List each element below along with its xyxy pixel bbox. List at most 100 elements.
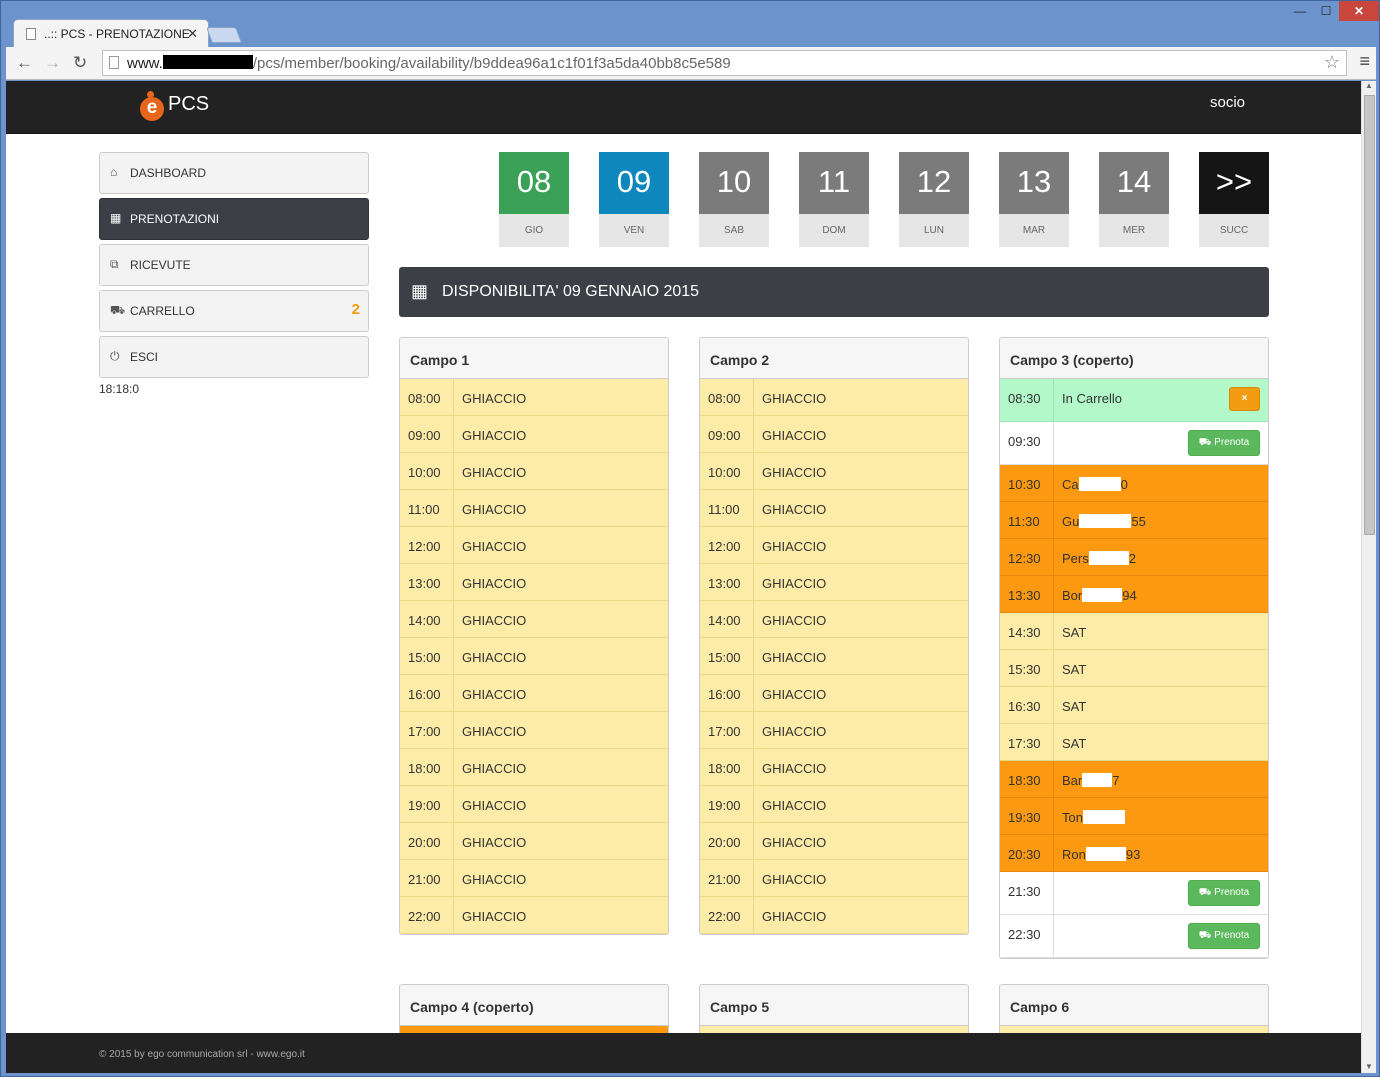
slot-time: 15:30	[1000, 650, 1054, 686]
slot-row[interactable]: 12:00 GHIACCIO	[400, 527, 668, 564]
day-number: 12	[899, 152, 969, 214]
scroll-down-icon[interactable]: ▼	[1365, 1062, 1373, 1071]
day-tile-sab[interactable]: 10 SAB	[699, 152, 769, 247]
remove-from-cart-button[interactable]: ×	[1229, 387, 1260, 411]
browser-tab[interactable]: ..:: PCS - PRENOTAZIONE ✕	[13, 19, 209, 47]
day-label: MER	[1099, 214, 1169, 247]
slot-row[interactable]: 20:00 GHIACCIO	[400, 823, 668, 860]
slot-row[interactable]: 13:00 GHIACCIO	[700, 564, 968, 601]
day-tile-gio[interactable]: 08 GIO	[499, 152, 569, 247]
slot-row[interactable]: 09:30 ⛟ Prenota	[1000, 422, 1268, 465]
slot-row[interactable]: 15:00 GHIACCIO	[400, 638, 668, 675]
slot-row[interactable]: 17:30 SAT	[1000, 724, 1268, 761]
slot-row[interactable]: 22:00 GHIACCIO	[700, 897, 968, 934]
slot-row[interactable]: 10:00 GHIACCIO	[400, 453, 668, 490]
slot-time: 18:30	[1000, 761, 1054, 797]
slot-row[interactable]: 22:30 ⛟ Prenota	[1000, 915, 1268, 958]
slot-row[interactable]: 16:30 SAT	[1000, 687, 1268, 724]
prenota-button[interactable]: ⛟ Prenota	[1188, 880, 1260, 906]
slot-row[interactable]: 11:30 Gu 55	[1000, 502, 1268, 539]
sidebar-item-carrello[interactable]: ⛟ CARRELLO 2	[99, 290, 369, 332]
maximize-button[interactable]: ☐	[1313, 1, 1339, 21]
slot-row[interactable]: 09:00 GHIACCIO	[400, 416, 668, 453]
logo-icon[interactable]: e	[138, 91, 164, 121]
slot-row[interactable]: 16:00 GHIACCIO	[400, 675, 668, 712]
prenota-button[interactable]: ⛟ Prenota	[1188, 923, 1260, 949]
slot-row[interactable]: 14:30 SAT	[1000, 613, 1268, 650]
scroll-up-icon[interactable]: ▲	[1365, 81, 1373, 90]
bookmark-star-icon[interactable]: ☆	[1324, 52, 1340, 73]
day-tile-dom[interactable]: 11 DOM	[799, 152, 869, 247]
user-menu[interactable]: socio	[1210, 94, 1245, 111]
slot-row[interactable]: 14:00 GHIACCIO	[400, 601, 668, 638]
page-viewport: e PCS socio ⌂ DASHBOARD ▦ PRENOTAZIONI ⧉…	[6, 81, 1361, 1073]
back-icon[interactable]: ←	[16, 53, 33, 73]
close-window-button[interactable]: ✕	[1339, 1, 1379, 21]
slot-row[interactable]: 21:00 GHIACCIO	[700, 860, 968, 897]
slot-row[interactable]: 19:00 GHIACCIO	[700, 786, 968, 823]
slot-status: GHIACCIO	[462, 391, 527, 406]
day-tile-succ[interactable]: >> SUCC	[1199, 152, 1269, 247]
slot-row[interactable]: 20:00 GHIACCIO	[700, 823, 968, 860]
slot-row[interactable]: 19:30 Ton	[1000, 798, 1268, 835]
slot-row[interactable]: 17:00 GHIACCIO	[400, 712, 668, 749]
day-tile-lun[interactable]: 12 LUN	[899, 152, 969, 247]
cart-icon: ⛟	[1198, 930, 1215, 941]
prenota-button[interactable]: ⛟ Prenota	[1188, 430, 1260, 456]
sidebar-item-prenotazioni[interactable]: ▦ PRENOTAZIONI	[99, 198, 369, 240]
day-tile-ven[interactable]: 09 VEN	[599, 152, 669, 247]
slot-row[interactable]: 08:00 GHIACCIO	[400, 379, 668, 416]
slot-row[interactable]: 17:00 GHIACCIO	[700, 712, 968, 749]
slot-row[interactable]: 10:30 Ca 0	[1000, 465, 1268, 502]
slot-time: 09:00	[700, 416, 754, 452]
slot-row[interactable]: 13:00 GHIACCIO	[400, 564, 668, 601]
slot-time: 22:30	[1000, 915, 1054, 957]
vertical-scrollbar[interactable]: ▲ ▼	[1361, 81, 1376, 1073]
forward-icon[interactable]: →	[44, 53, 61, 73]
slot-row[interactable]: 18:30 Bar 7	[1000, 761, 1268, 798]
slot-row[interactable]: 14:00 GHIACCIO	[700, 601, 968, 638]
slot-status: GHIACCIO	[762, 798, 827, 813]
slot-row[interactable]: 15:30 SAT	[1000, 650, 1268, 687]
slot-row[interactable]: 18:00 GHIACCIO	[400, 749, 668, 786]
clock: 18:18:0	[99, 382, 140, 396]
booking-name-start: Ron	[1062, 847, 1086, 862]
slot-row[interactable]: 18:00 GHIACCIO	[700, 749, 968, 786]
close-tab-icon[interactable]: ✕	[187, 26, 198, 42]
slot-row[interactable]: 10:00 GHIACCIO	[700, 453, 968, 490]
slot-row[interactable]: 21:30 ⛟ Prenota	[1000, 872, 1268, 915]
slot-time: 18:00	[700, 749, 754, 785]
slot-row[interactable]: 16:00 GHIACCIO	[700, 675, 968, 712]
minimize-button[interactable]: —	[1287, 1, 1313, 21]
slot-row[interactable]: 19:00 GHIACCIO	[400, 786, 668, 823]
address-bar[interactable]: www. /pcs/member/booking/availability/b9d…	[102, 50, 1347, 76]
slot-row[interactable]: 20:30 Ron 93	[1000, 835, 1268, 872]
slot-row[interactable]: 12:30 Pers 2	[1000, 539, 1268, 576]
brand-name[interactable]: PCS	[168, 93, 209, 116]
new-tab-button[interactable]	[206, 27, 242, 43]
slot-row[interactable]: 13:30 Bor 94	[1000, 576, 1268, 613]
scrollbar-thumb[interactable]	[1364, 95, 1375, 535]
slot-row[interactable]: 11:00 GHIACCIO	[400, 490, 668, 527]
slot-row[interactable]: 21:00 GHIACCIO	[400, 860, 668, 897]
slot-row[interactable]: 15:00 GHIACCIO	[700, 638, 968, 675]
day-tile-mer[interactable]: 14 MER	[1099, 152, 1169, 247]
slot-row[interactable]: 12:00 GHIACCIO	[700, 527, 968, 564]
day-label: GIO	[499, 214, 569, 247]
slot-row[interactable]: 22:00 GHIACCIO	[400, 897, 668, 934]
slot-time: 08:00	[700, 379, 754, 415]
sidebar-item-ricevute[interactable]: ⧉ RICEVUTE	[99, 244, 369, 286]
booking-name-end: 94	[1122, 588, 1137, 603]
slot-time: 20:30	[1000, 835, 1054, 871]
menu-icon[interactable]: ≡	[1359, 51, 1370, 72]
day-tile-mar[interactable]: 13 MAR	[999, 152, 1069, 247]
reload-icon[interactable]: ↻	[73, 53, 87, 73]
sidebar-item-dashboard[interactable]: ⌂ DASHBOARD	[99, 152, 369, 194]
browser-toolbar: ← → ↻ www. /pcs/member/booking/availabili…	[6, 47, 1376, 80]
slot-row[interactable]: 09:00 GHIACCIO	[700, 416, 968, 453]
booking-name-end: 2	[1128, 551, 1136, 566]
slot-row[interactable]: 08:30 In Carrello ×	[1000, 379, 1268, 422]
sidebar-item-esci[interactable]: ⏻ ESCI	[99, 336, 369, 378]
slot-row[interactable]: 08:00 GHIACCIO	[700, 379, 968, 416]
slot-row[interactable]: 11:00 GHIACCIO	[700, 490, 968, 527]
